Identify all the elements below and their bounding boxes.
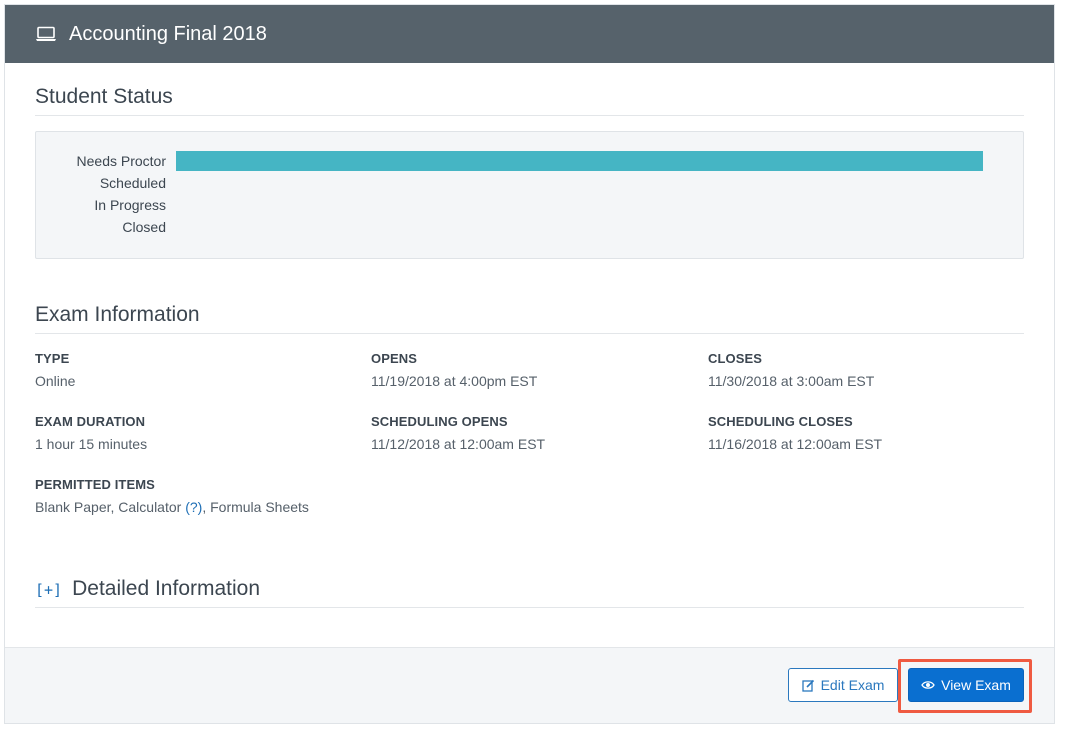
edit-exam-button[interactable]: Edit Exam [788,668,898,702]
info-value: 11/16/2018 at 12:00am EST [708,436,883,452]
status-label: Needs Proctor [76,153,166,169]
status-bar-needs-proctor [176,151,983,171]
status-label: Closed [122,219,166,235]
status-row-needs-proctor: Needs Proctor [36,151,166,171]
info-label: SCHEDULING CLOSES [708,414,853,429]
info-label: SCHEDULING OPENS [371,414,508,429]
permitted-item: , Formula Sheets [202,499,309,515]
exam-card: Accounting Final 2018 Student Status Nee… [4,4,1055,724]
exam-title: Accounting Final 2018 [69,22,267,45]
calculator-help-link[interactable]: (?) [185,499,202,515]
status-row-scheduled: Scheduled [36,173,166,193]
info-scheduling-closes: SCHEDULING CLOSES 11/16/2018 at 12:00am … [708,414,882,452]
permitted-item: Calculator [118,499,182,515]
info-opens: OPENS 11/19/2018 at 4:00pm EST [371,351,537,389]
info-value: 1 hour 15 minutes [35,436,148,452]
student-status-chart: Needs Proctor Scheduled In Progress Clos… [35,131,1024,259]
exam-information-title: Exam Information [35,303,1024,334]
card-header: Accounting Final 2018 [5,5,1054,63]
card-body: Student Status Needs Proctor Scheduled I… [5,63,1054,648]
student-status-title: Student Status [35,85,1024,116]
card-footer: Edit Exam View Exam [5,647,1054,723]
status-label: Scheduled [99,175,166,191]
info-type: TYPE Online [35,351,75,389]
info-label: CLOSES [708,351,763,366]
status-label: In Progress [94,197,166,213]
info-scheduling-opens: SCHEDULING OPENS 11/12/2018 at 12:00am E… [371,414,545,452]
info-label: TYPE [35,351,70,366]
info-permitted-items: PERMITTED ITEMS Blank Paper, Calculator … [35,477,309,515]
expand-toggle[interactable]: [+] [35,581,62,599]
info-label: OPENS [371,351,418,366]
detailed-information-header[interactable]: [+] Detailed Information [35,577,1024,608]
info-value: 11/19/2018 at 4:00pm EST [371,373,538,389]
info-duration: EXAM DURATION 1 hour 15 minutes [35,414,147,452]
detailed-information-title: Detailed Information [72,577,261,600]
view-exam-button[interactable]: View Exam [908,668,1024,702]
edit-exam-label: Edit Exam [820,677,885,693]
info-value: 11/12/2018 at 12:00am EST [371,436,546,452]
permitted-item: Blank Paper, [35,499,115,515]
exam-info-grid: TYPE Online OPENS 11/19/2018 at 4:00pm E… [35,351,1024,533]
permitted-items-list: Blank Paper, Calculator (?), Formula She… [35,499,309,515]
status-row-closed: Closed [36,217,166,237]
info-label: PERMITTED ITEMS [35,477,155,492]
laptop-icon [35,26,57,42]
edit-icon [801,679,815,692]
view-exam-label: View Exam [941,677,1011,693]
eye-icon [921,680,935,690]
info-label: EXAM DURATION [35,414,146,429]
info-value: Online [35,373,76,389]
info-value: 11/30/2018 at 3:00am EST [708,373,875,389]
info-closes: CLOSES 11/30/2018 at 3:00am EST [708,351,874,389]
status-row-in-progress: In Progress [36,195,166,215]
